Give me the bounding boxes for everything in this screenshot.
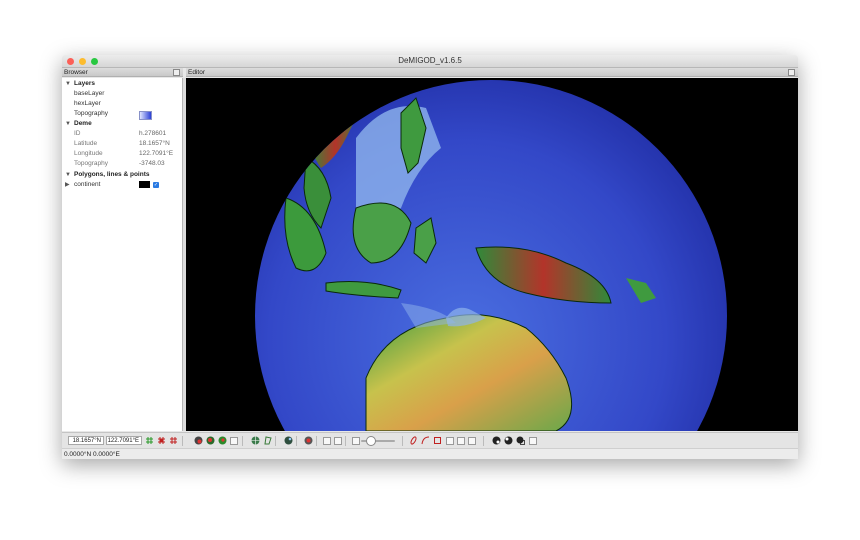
field-name: ID	[74, 130, 81, 137]
tree-item-hexlayer[interactable]: hexLayer	[62, 99, 182, 109]
globe-grid-icon[interactable]	[251, 436, 260, 445]
editor-panel-float-button[interactable]	[788, 69, 795, 76]
item-label: baseLayer	[74, 90, 105, 97]
browser-panel-header: Browser	[62, 68, 183, 77]
globe-editor-canvas[interactable]	[186, 78, 798, 431]
polygon-tool-icon[interactable]	[263, 436, 272, 445]
toolbar-separator	[182, 436, 183, 446]
field-name: Topography	[74, 160, 108, 167]
toolbar-checkbox[interactable]	[529, 437, 537, 445]
tree-group-deme[interactable]: ▼ Deme	[62, 119, 182, 129]
globe-dark-icon[interactable]	[284, 436, 293, 445]
toolbar-separator	[242, 436, 243, 446]
toolbar-checkbox[interactable]	[352, 437, 360, 445]
group-label: Layers	[74, 80, 95, 87]
toolbar-checkbox[interactable]	[230, 437, 238, 445]
toolbar-checkbox[interactable]	[457, 437, 465, 445]
field-name: Latitude	[74, 140, 98, 147]
expand-triangle-icon[interactable]: ▼	[65, 79, 71, 89]
globe-red-icon[interactable]	[194, 436, 203, 445]
pen-tool-icon[interactable]	[409, 436, 418, 445]
latitude-field[interactable]: 18.1657°N	[68, 436, 104, 445]
toolbar-separator	[296, 436, 297, 446]
deme-field-id: ID h.278601	[62, 129, 182, 139]
toolbar-checkbox[interactable]	[468, 437, 476, 445]
editor-panel-title: Editor	[188, 69, 205, 76]
grid-add-icon[interactable]	[145, 436, 154, 445]
globe-green-icon[interactable]	[218, 436, 227, 445]
browser-panel: ▼ Layers baseLayer hexLayer Topography ▼…	[62, 78, 183, 431]
tree-item-baselayer[interactable]: baseLayer	[62, 89, 182, 99]
toolbar-checkbox[interactable]	[323, 437, 331, 445]
group-label: Polygons, lines & points	[74, 171, 150, 178]
continent-color-swatch[interactable]	[139, 181, 150, 188]
item-label: continent	[74, 181, 101, 188]
toolbar-separator	[275, 436, 276, 446]
longitude-field[interactable]: 122.7091°E	[106, 436, 142, 445]
visibility-checkbox[interactable]: ✓	[153, 182, 159, 188]
selection-remove-icon[interactable]	[504, 436, 513, 445]
status-coordinates: 0.0000°N 0.0000°E	[64, 451, 120, 458]
globe-stop-icon[interactable]	[304, 436, 313, 445]
tree-group-polygons[interactable]: ▼ Polygons, lines & points	[62, 170, 182, 180]
globe-color-icon[interactable]	[206, 436, 215, 445]
grid-point-icon[interactable]	[157, 436, 166, 445]
item-label: hexLayer	[74, 100, 101, 107]
toolbar-separator	[316, 436, 317, 446]
expand-triangle-icon[interactable]: ▼	[65, 170, 71, 180]
group-label: Deme	[74, 120, 92, 127]
toolbar-separator	[345, 436, 346, 446]
opacity-slider-knob[interactable]	[366, 436, 376, 446]
deme-field-longitude: Longitude 122.7091°E	[62, 149, 182, 159]
tree-group-layers[interactable]: ▼ Layers	[62, 79, 182, 89]
expand-triangle-icon[interactable]: ▼	[65, 119, 71, 129]
title-bar: DeMIGOD_v1.6.5	[62, 55, 798, 68]
toolbar-separator	[483, 436, 484, 446]
field-value: 122.7091°E	[139, 150, 174, 157]
deme-field-latitude: Latitude 18.1657°N	[62, 139, 182, 149]
tree-item-topography[interactable]: Topography	[62, 109, 182, 120]
app-window: DeMIGOD_v1.6.5 Browser Editor ▼ Layers b…	[62, 55, 798, 459]
selection-add-icon[interactable]	[492, 436, 501, 445]
curve-tool-icon[interactable]	[421, 436, 430, 445]
field-value: h.278601	[139, 130, 167, 137]
deme-field-topography: Topography -3748.03	[62, 159, 182, 169]
collapse-triangle-icon[interactable]: ▶	[65, 180, 70, 190]
field-value: 18.1657°N	[139, 140, 170, 147]
toolbar-separator	[402, 436, 403, 446]
browser-panel-float-button[interactable]	[173, 69, 180, 76]
rectangle-tool-icon[interactable]	[433, 436, 442, 445]
field-name: Longitude	[74, 150, 103, 157]
editor-panel-header: Editor	[186, 68, 798, 77]
browser-panel-title: Browser	[64, 69, 88, 76]
field-value: -3748.03	[139, 160, 165, 167]
globe-view[interactable]	[186, 78, 798, 431]
bottom-toolbar: 18.1657°N 122.7091°E	[62, 432, 798, 448]
grid-remove-icon[interactable]	[169, 436, 178, 445]
tree-item-continent[interactable]: ▶ continent ✓	[62, 180, 182, 190]
status-bar: 0.0000°N 0.0000°E	[62, 448, 798, 459]
window-title: DeMIGOD_v1.6.5	[398, 56, 462, 65]
item-label: Topography	[74, 110, 108, 117]
toolbar-checkbox[interactable]	[446, 437, 454, 445]
selection-box-icon[interactable]	[516, 436, 525, 445]
toolbar-checkbox[interactable]	[334, 437, 342, 445]
